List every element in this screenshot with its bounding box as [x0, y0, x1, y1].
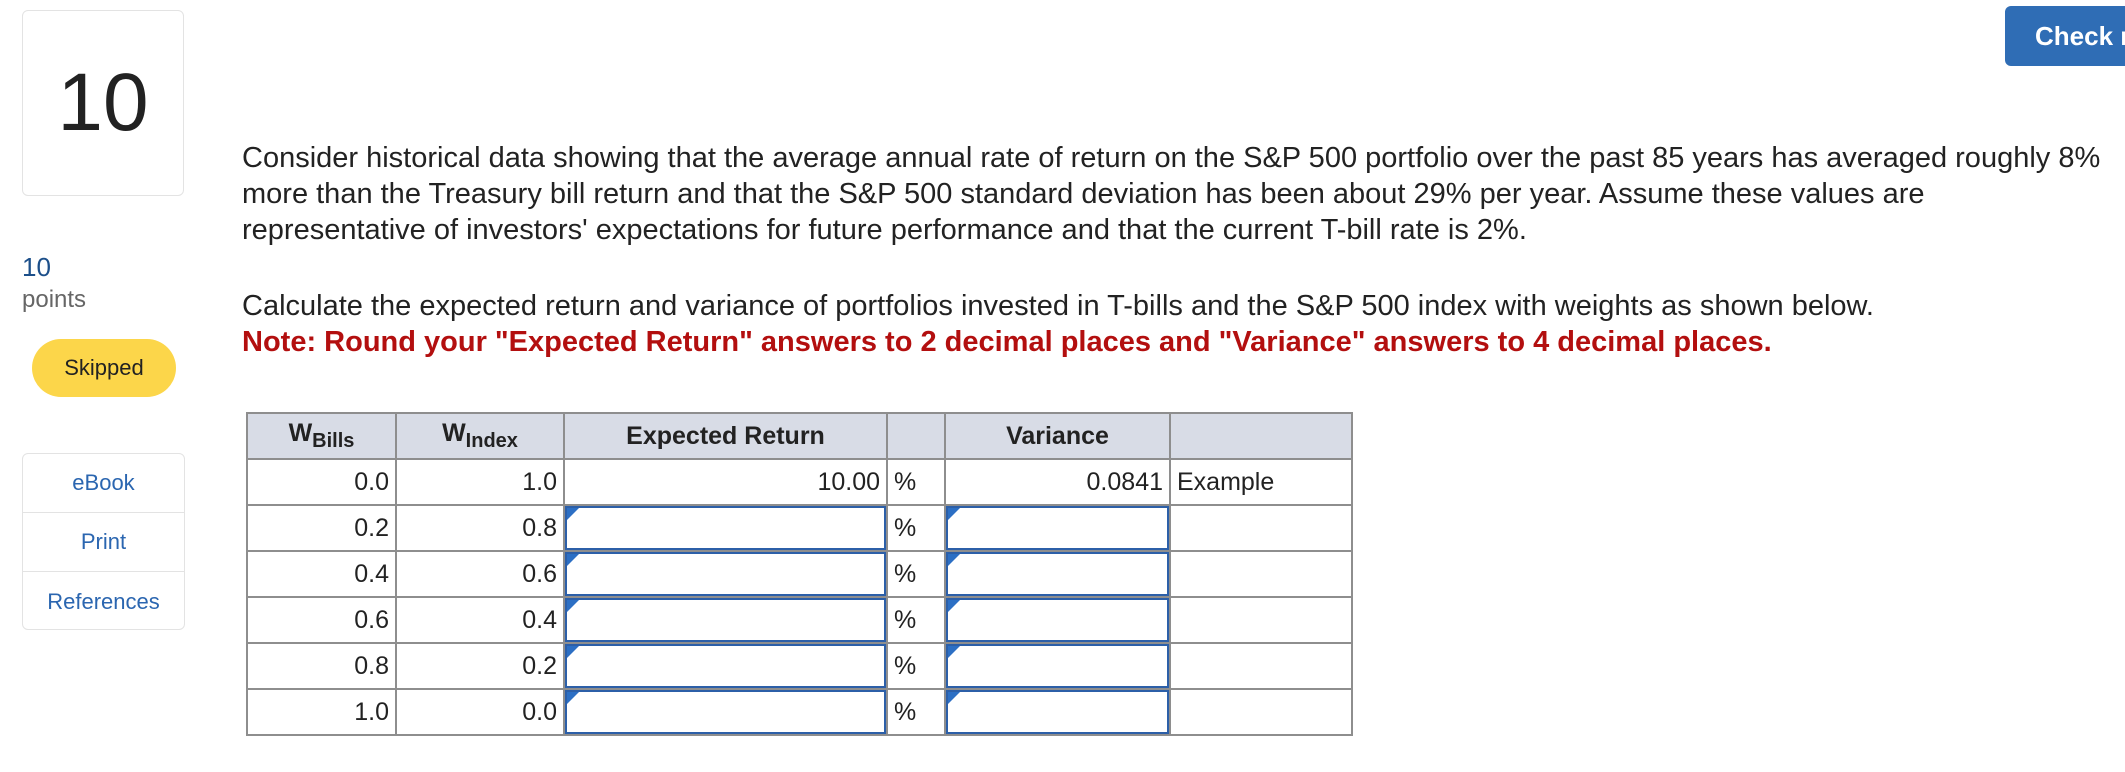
expected-return-input[interactable]	[565, 552, 886, 596]
cell-expected-return: 10.00	[563, 458, 888, 506]
expected-return-input[interactable]	[565, 644, 886, 688]
header-blank-percent	[886, 412, 946, 460]
cell-percent-sign: %	[886, 458, 946, 506]
cell-empty	[1169, 596, 1353, 644]
expected-return-input[interactable]	[565, 506, 886, 550]
header-w-index: WIndex	[395, 412, 565, 460]
variance-cell	[944, 596, 1171, 644]
cell-w-index: 1.0	[395, 458, 565, 506]
print-link[interactable]: Print	[23, 512, 184, 571]
cell-empty	[1169, 504, 1353, 552]
resources-panel: eBook Print References	[22, 453, 185, 630]
variance-cell	[944, 688, 1171, 736]
ebook-link[interactable]: eBook	[23, 454, 184, 512]
question-number: 10	[57, 57, 149, 148]
instruction-block: Calculate the expected return and varian…	[242, 288, 2112, 360]
cell-w-bills: 1.0	[246, 688, 397, 736]
cell-w-bills: 0.2	[246, 504, 397, 552]
question-page: 10 10 points Skipped eBook Print Referen…	[0, 0, 2125, 772]
expected-return-cell	[563, 688, 888, 736]
cell-w-index: 0.6	[395, 550, 565, 598]
cell-empty	[1169, 642, 1353, 690]
question-paragraph: Consider historical data showing that th…	[242, 142, 2101, 246]
expected-return-cell	[563, 504, 888, 552]
cell-w-index: 0.0	[395, 688, 565, 736]
table-row: 0.2 0.8 %	[246, 504, 1353, 552]
points-value: 10	[22, 252, 51, 282]
cell-w-bills: 0.6	[246, 596, 397, 644]
variance-cell	[944, 550, 1171, 598]
expected-return-input[interactable]	[565, 690, 886, 734]
table-row: 0.4 0.6 %	[246, 550, 1353, 598]
expected-return-cell	[563, 550, 888, 598]
variance-input[interactable]	[946, 644, 1169, 688]
variance-cell	[944, 504, 1171, 552]
header-expected-return: Expected Return	[563, 412, 888, 460]
cell-w-index: 0.2	[395, 642, 565, 690]
question-number-box: 10	[22, 10, 184, 196]
variance-input[interactable]	[946, 598, 1169, 642]
variance-input[interactable]	[946, 506, 1169, 550]
cell-w-index: 0.8	[395, 504, 565, 552]
cell-example-label: Example	[1169, 458, 1353, 506]
portfolio-table: WBills WIndex Expected Return Variance 0…	[246, 412, 1353, 736]
cell-variance: 0.0841	[944, 458, 1171, 506]
points-label: points	[22, 286, 87, 313]
expected-return-cell	[563, 596, 888, 644]
table-header-row: WBills WIndex Expected Return Variance	[246, 412, 1353, 460]
variance-input[interactable]	[946, 690, 1169, 734]
rounding-note: Note: Round your "Expected Return" answe…	[242, 326, 1772, 358]
instruction-text: Calculate the expected return and varian…	[242, 290, 1874, 322]
table-row: 0.8 0.2 %	[246, 642, 1353, 690]
cell-percent-sign: %	[886, 504, 946, 552]
example-row: 0.0 1.0 10.00 % 0.0841 Example	[246, 458, 1353, 506]
cell-percent-sign: %	[886, 550, 946, 598]
expected-return-cell	[563, 642, 888, 690]
variance-cell	[944, 642, 1171, 690]
table-row: 1.0 0.0 %	[246, 688, 1353, 736]
status-badge: Skipped	[32, 339, 176, 397]
header-w-bills: WBills	[246, 412, 397, 460]
header-variance: Variance	[944, 412, 1171, 460]
table-row: 0.6 0.4 %	[246, 596, 1353, 644]
expected-return-input[interactable]	[565, 598, 886, 642]
cell-percent-sign: %	[886, 596, 946, 644]
cell-w-bills: 0.0	[246, 458, 397, 506]
cell-percent-sign: %	[886, 688, 946, 736]
header-blank-note	[1169, 412, 1353, 460]
cell-percent-sign: %	[886, 642, 946, 690]
cell-w-bills: 0.4	[246, 550, 397, 598]
references-link[interactable]: References	[23, 571, 184, 629]
cell-empty	[1169, 550, 1353, 598]
variance-input[interactable]	[946, 552, 1169, 596]
cell-w-index: 0.4	[395, 596, 565, 644]
cell-empty	[1169, 688, 1353, 736]
cell-w-bills: 0.8	[246, 642, 397, 690]
check-my-work-button[interactable]: Check my work	[2005, 6, 2125, 66]
